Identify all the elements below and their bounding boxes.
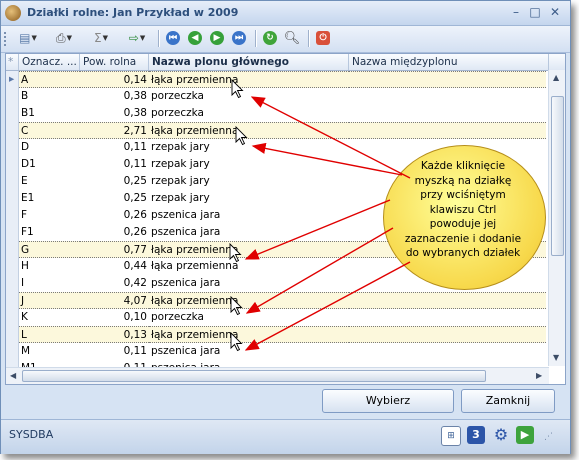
- mouse-cursor-icon: [231, 78, 244, 99]
- arrow-to-row-g: [244, 199, 391, 260]
- arrow-to-row-a: [250, 96, 411, 179]
- mouse-cursor-icon: [230, 295, 243, 316]
- annotation-arrows: [229, 78, 411, 352]
- arrow-to-row-c: [251, 142, 403, 176]
- mouse-cursor-icon: [235, 125, 248, 146]
- arrow-to-row-j: [245, 227, 394, 314]
- arrow-to-row-l: [244, 261, 411, 351]
- mouse-cursor-icon: [230, 331, 243, 352]
- mouse-cursor-icon: [229, 242, 242, 263]
